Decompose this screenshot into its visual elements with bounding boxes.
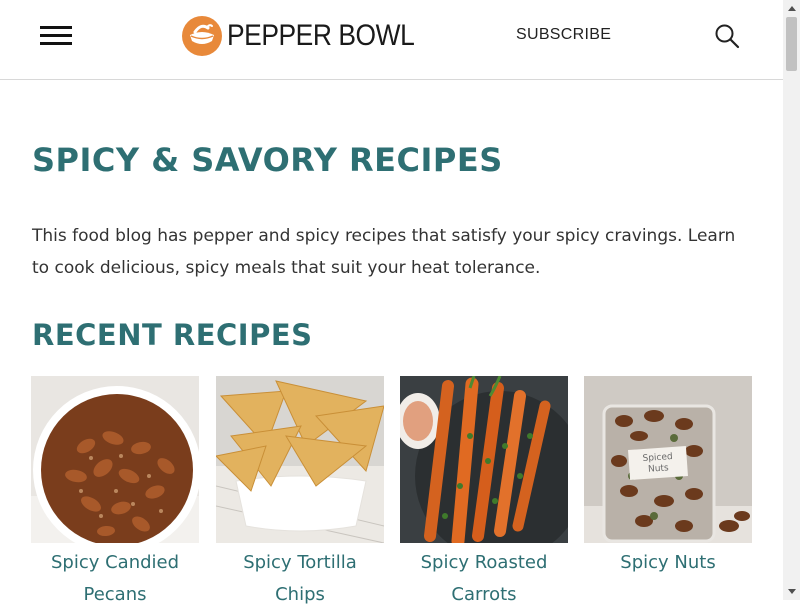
subscribe-link[interactable]: SUBSCRIBE bbox=[516, 26, 611, 44]
recipe-title-link[interactable]: Spicy Candied Pecans bbox=[31, 547, 199, 611]
hamburger-menu-icon[interactable] bbox=[40, 26, 72, 48]
scroll-up-button[interactable] bbox=[783, 0, 800, 17]
site-header: PEPPER BOWL SUBSCRIBE bbox=[0, 0, 783, 80]
tortilla-chips-image[interactable] bbox=[216, 376, 384, 543]
roasted-carrots-image[interactable] bbox=[400, 376, 568, 543]
chevron-up-icon bbox=[788, 6, 796, 11]
site-logo[interactable]: PEPPER BOWL bbox=[181, 13, 440, 59]
brand-name: PEPPER BOWL bbox=[227, 19, 415, 52]
scroll-down-button[interactable] bbox=[783, 583, 800, 600]
page-title: SPICY & SAVORY RECIPES bbox=[32, 141, 503, 179]
candied-pecans-image[interactable] bbox=[31, 376, 199, 543]
search-icon[interactable] bbox=[714, 23, 740, 49]
spicy-nuts-jar-image[interactable]: SpicedNuts bbox=[584, 376, 752, 543]
vertical-scrollbar[interactable] bbox=[783, 0, 800, 600]
recipe-card[interactable]: Spicy Roasted Carrots bbox=[400, 376, 568, 611]
recipe-card[interactable]: Spicy Candied Pecans bbox=[31, 376, 199, 611]
scroll-thumb[interactable] bbox=[786, 17, 797, 71]
pepper-bowl-logo-icon bbox=[182, 16, 222, 56]
chevron-down-icon bbox=[788, 589, 796, 594]
recipe-card[interactable]: Spicy Tortilla Chips bbox=[216, 376, 384, 611]
recent-recipes-heading: RECENT RECIPES bbox=[32, 318, 313, 352]
recipe-card[interactable]: SpicedNuts Spicy Nuts bbox=[584, 376, 752, 579]
recipe-title-link[interactable]: Spicy Roasted Carrots bbox=[400, 547, 568, 611]
intro-paragraph: This food blog has pepper and spicy reci… bbox=[32, 226, 736, 278]
recipe-title-link[interactable]: Spicy Nuts bbox=[584, 547, 752, 579]
recipe-title-link[interactable]: Spicy Tortilla Chips bbox=[216, 547, 384, 611]
